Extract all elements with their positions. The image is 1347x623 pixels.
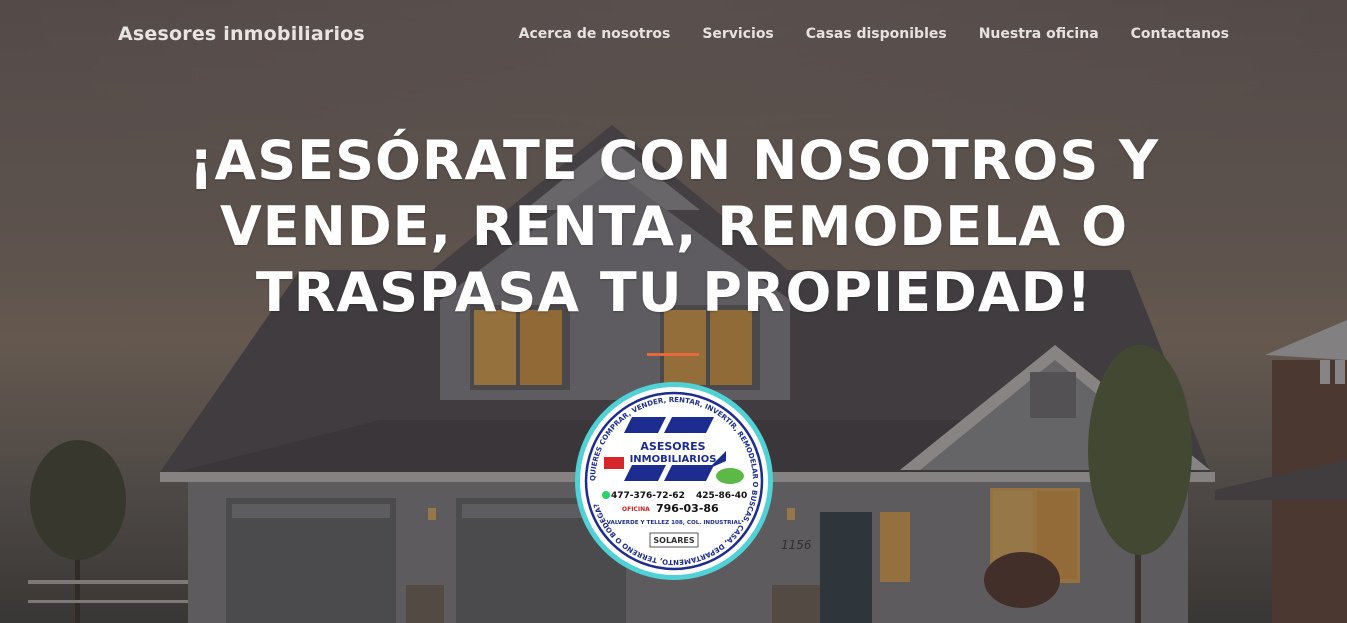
whatsapp-icon: [602, 491, 610, 499]
nav-menu: Acerca de nosotros Servicios Casas dispo…: [519, 26, 1229, 42]
logo-office-label: OFICINA: [622, 506, 650, 513]
brand-link[interactable]: Asesores inmobiliarios: [118, 23, 365, 45]
infonavit-icon: [604, 457, 624, 469]
logo-svg: QUIERES COMPRAR, VENDER, RENTAR, INVERTI…: [575, 382, 773, 580]
logo-phone-2: 425-86-40: [696, 491, 747, 501]
hero-title: ¡ASESÓRATE CON NOSOTROS Y VENDE, RENTA, …: [188, 129, 1160, 324]
nav-link-servicios[interactable]: Servicios: [702, 26, 773, 42]
hipoteca-verde-icon: [716, 468, 744, 484]
logo-name-1: ASESORES: [640, 440, 705, 453]
company-logo-badge: QUIERES COMPRAR, VENDER, RENTAR, INVERTI…: [574, 381, 774, 581]
nav-link-acerca[interactable]: Acerca de nosotros: [519, 26, 671, 42]
nav-link-casas[interactable]: Casas disponibles: [806, 26, 947, 42]
nav-link-oficina[interactable]: Nuestra oficina: [979, 26, 1099, 42]
logo-solares: SOLARES: [653, 536, 694, 545]
top-navbar: Asesores inmobiliarios Acerca de nosotro…: [0, 0, 1347, 70]
logo-name-2: INMOBILIARIOS: [630, 454, 717, 465]
nav-link-contactanos[interactable]: Contactanos: [1131, 26, 1229, 42]
hero-divider: [647, 353, 699, 356]
logo-phone-whatsapp: 477-376-72-62: [611, 491, 685, 501]
logo-address: VALVERDE Y TELLEZ 108, COL. INDUSTRIAL: [607, 520, 742, 526]
logo-office-phone: 796-03-86: [656, 502, 719, 515]
